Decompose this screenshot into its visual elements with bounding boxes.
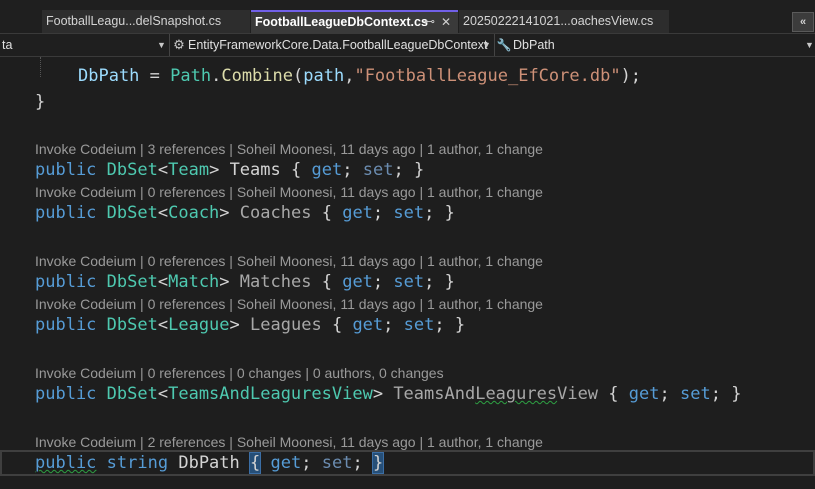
chevron-down-icon: ▼ — [157, 40, 166, 50]
close-icon[interactable]: ✕ — [441, 12, 451, 33]
project-dropdown[interactable]: ta ▼ — [0, 34, 168, 56]
tab-model-snapshot[interactable]: FootballLeagu...delSnapshot.cs — [42, 10, 250, 33]
codelens-matches[interactable]: Invoke Codeium | 0 references | Soheil M… — [35, 253, 543, 269]
chevron-down-icon: ▼ — [482, 40, 491, 50]
code-line-dbpath-property: public string DbPath { get; set; } — [35, 452, 385, 474]
code-line-matches: public DbSet<Match> Matches { get; set; … — [35, 272, 455, 292]
codelens-teams-and-leagues-view[interactable]: Invoke Codeium | 0 references | 0 change… — [35, 365, 444, 381]
chevron-down-icon: ▼ — [805, 40, 814, 50]
code-line-partial: ‾‾‾‾‾‾‾‾‾‾‾‾‾‾‾‾‾‾‾‾‾‾‾‾‾‾‾‾‾‾‾‾‾‾‾‾‾‾‾‾… — [78, 57, 600, 65]
code-line-dbpath-assign: DbPath = Path.Combine(path,"FootballLeag… — [78, 66, 642, 86]
suggestion-squiggle[interactable]: public — [35, 453, 96, 473]
tab-label: 20250222141021...oachesView.cs — [463, 14, 654, 28]
tab-label: FootballLeagueDbContext.cs — [255, 15, 428, 29]
code-line-coaches: public DbSet<Coach> Coaches { get; set; … — [35, 203, 455, 223]
code-editor[interactable]: ‾‾‾‾‾‾‾‾‾‾‾‾‾‾‾‾‾‾‾‾‾‾‾‾‾‾‾‾‾‾‾‾‾‾‾‾‾‾‾‾… — [0, 57, 815, 489]
navigation-bar: ta ▼ ⚙ EntityFrameworkCore.Data.FootballL… — [0, 33, 815, 57]
code-line-leagues: public DbSet<League> Leagues { get; set;… — [35, 315, 466, 335]
tab-label: FootballLeagu...delSnapshot.cs — [46, 14, 222, 28]
codelens-leagues[interactable]: Invoke Codeium | 0 references | Soheil M… — [35, 296, 543, 312]
codelens-teams[interactable]: Invoke Codeium | 3 references | Soheil M… — [35, 141, 543, 157]
member-label: DbPath — [513, 38, 555, 52]
code-line-brace: } — [35, 92, 46, 112]
spelling-squiggle[interactable]: Leagures — [475, 384, 557, 404]
project-label: ta — [2, 38, 13, 52]
brace-match-close: } — [371, 452, 385, 474]
brace-match-open: { — [248, 452, 262, 474]
document-tab-bar: FootballLeagu...delSnapshot.cs FootballL… — [0, 0, 815, 33]
tab-overflow-button[interactable]: « — [792, 12, 814, 32]
codelens-coaches[interactable]: Invoke Codeium | 0 references | Soheil M… — [35, 184, 543, 200]
member-dropdown[interactable]: 🔧 DbPath ▼ — [494, 34, 815, 56]
codelens-dbpath[interactable]: Invoke Codeium | 2 references | Soheil M… — [35, 434, 543, 450]
code-line-teams-and-leagues-view: public DbSet<TeamsAndLeaguresView> Teams… — [35, 384, 742, 404]
wrench-icon: 🔧 — [496, 38, 512, 52]
tab-coaches-view-migration[interactable]: 20250222141021...oachesView.cs — [459, 10, 669, 33]
type-dropdown[interactable]: ⚙ EntityFrameworkCore.Data.FootballLeague… — [169, 34, 493, 56]
type-label: EntityFrameworkCore.Data.FootballLeagueD… — [188, 38, 488, 52]
indent-guide — [40, 57, 41, 77]
tab-dbcontext[interactable]: FootballLeagueDbContext.cs ⊷ ✕ — [251, 10, 458, 33]
class-icon: ⚙ — [173, 37, 185, 52]
pin-icon[interactable]: ⊷ — [424, 12, 435, 33]
code-line-teams: public DbSet<Team> Teams { get; set; } — [35, 160, 425, 180]
